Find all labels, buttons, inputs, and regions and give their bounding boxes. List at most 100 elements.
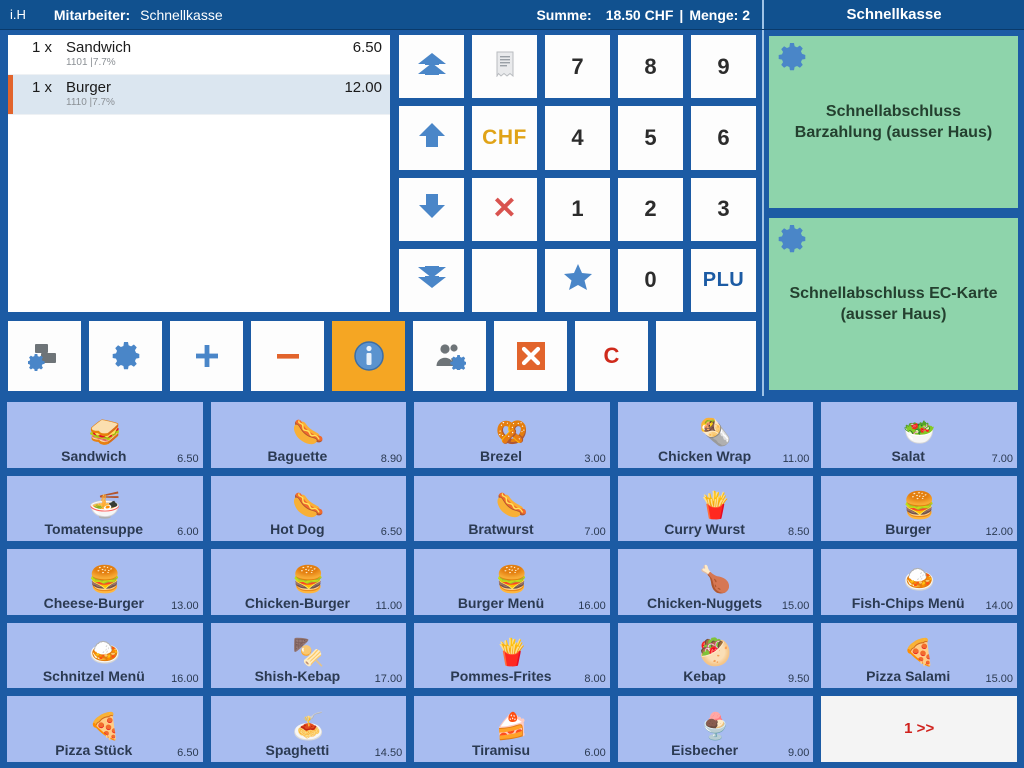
- windows-settings-button[interactable]: [6, 319, 83, 393]
- employee-value: Schnellkasse: [140, 6, 223, 23]
- next-page-button[interactable]: 1 >>: [819, 694, 1019, 764]
- key-2[interactable]: 2: [616, 175, 685, 243]
- product-price: 9.50: [787, 673, 810, 686]
- key-9[interactable]: 9: [689, 33, 758, 101]
- product-tile[interactable]: 🥪 Sandwich 6.50: [5, 400, 205, 470]
- product-image-icon: 🥪: [88, 416, 121, 447]
- product-tile[interactable]: 🥨 Brezel 3.00: [412, 400, 612, 470]
- scroll-down-button[interactable]: [397, 175, 466, 243]
- product-price: 15.00: [781, 599, 810, 612]
- product-image-icon: 🌭: [495, 490, 529, 521]
- product-name: Burger: [885, 521, 932, 538]
- product-tile[interactable]: 🌯 Chicken Wrap 11.00: [615, 400, 816, 470]
- quick-close-cash-button[interactable]: Schnellabschluss Barzahlung (ausser Haus…: [767, 34, 1020, 210]
- product-price: 7.00: [991, 452, 1013, 465]
- key-5[interactable]: 5: [616, 104, 685, 172]
- product-price: 3.00: [584, 452, 606, 465]
- product-name: Tomatensuppe: [44, 521, 144, 538]
- remove-button[interactable]: [249, 319, 326, 393]
- favorite-button[interactable]: [543, 246, 612, 314]
- key-7[interactable]: 7: [543, 33, 612, 101]
- product-tile[interactable]: 🍜 Tomatensuppe 6.00: [5, 473, 205, 544]
- receipt-line[interactable]: 1 x Burger 1110 |7.7% 12.00: [8, 75, 390, 115]
- product-price: 12.00: [985, 526, 1013, 539]
- product-image-icon: 🌯: [699, 416, 732, 447]
- line-meta: 1110 |7.7%: [66, 97, 115, 108]
- key-1[interactable]: 1: [543, 175, 612, 243]
- product-tile[interactable]: 🍕 Pizza Salami 15.00: [819, 620, 1019, 691]
- product-tile[interactable]: 🍔 Chicken-Burger 11.00: [208, 547, 409, 617]
- product-name: Kebap: [683, 668, 726, 685]
- header-ih-label: i.H: [10, 7, 26, 22]
- product-name: Pizza Salami: [866, 668, 951, 685]
- receipt-button[interactable]: [470, 33, 539, 101]
- tool-label: C: [603, 343, 620, 368]
- product-name: Salat: [891, 447, 925, 464]
- product-tile[interactable]: 🍟 Curry Wurst 8.50: [615, 473, 816, 544]
- key-6[interactable]: 6: [689, 104, 758, 172]
- key-label: 0: [644, 267, 657, 293]
- product-tile[interactable]: 🍔 Cheese-Burger 13.00: [5, 547, 205, 617]
- clear-button[interactable]: C: [573, 319, 650, 393]
- empty-key: [470, 246, 539, 314]
- header-separator: |: [679, 6, 684, 23]
- product-tile[interactable]: 🍔 Burger Menü 16.00: [412, 547, 612, 617]
- numeric-keypad: 7 8 9 CHF 4 5 6 ✕ 1 2 3 0 PLU: [397, 33, 758, 314]
- scroll-up-button[interactable]: [397, 104, 466, 172]
- key-label: 4: [571, 124, 584, 150]
- info-button[interactable]: [330, 319, 407, 393]
- product-image-icon: 🍕: [903, 637, 936, 668]
- line-details: Sandwich 1101 |7.7%: [66, 39, 302, 69]
- key-0[interactable]: 0: [616, 246, 685, 314]
- product-tile[interactable]: 🍝 Spaghetti 14.50: [208, 694, 409, 764]
- key-label: 1: [571, 196, 584, 222]
- product-tile[interactable]: 🥙 Kebap 9.50: [615, 620, 816, 691]
- key-3[interactable]: 3: [689, 175, 758, 243]
- product-image-icon: 🍰: [495, 710, 529, 741]
- scroll-top-button[interactable]: [397, 33, 466, 101]
- plus-icon: [192, 341, 222, 371]
- cancel-button[interactable]: [492, 319, 569, 393]
- product-tile[interactable]: 🍛 Schnitzel Menü 16.00: [5, 620, 205, 691]
- key-4[interactable]: 4: [543, 104, 612, 172]
- product-price: 16.00: [171, 673, 199, 686]
- product-price: 14.50: [374, 746, 403, 759]
- product-image-icon: 🥗: [903, 416, 936, 447]
- receipt-list[interactable]: 1 x Sandwich 1101 |7.7% 6.50 1 x Burger 1110 |…: [6, 33, 392, 314]
- user-settings-button[interactable]: [411, 319, 488, 393]
- product-name: Eisbecher: [671, 741, 739, 758]
- product-tile[interactable]: 🍢 Shish-Kebap 17.00: [208, 620, 409, 691]
- plu-button[interactable]: PLU: [689, 246, 758, 314]
- product-name: Baguette: [267, 447, 328, 464]
- product-tile[interactable]: 🍰 Tiramisu 6.00: [412, 694, 612, 764]
- order-keypad-row: 1 x Sandwich 1101 |7.7% 6.50 1 x Burger 1110 |…: [6, 33, 758, 314]
- product-tile[interactable]: 🍕 Pizza Stück 6.50: [5, 694, 205, 764]
- product-name: Fish-Chips Menü: [851, 594, 965, 611]
- product-name: Pommes-Frites: [450, 668, 552, 685]
- product-tile[interactable]: 🥗 Salat 7.00: [819, 400, 1019, 470]
- product-tile[interactable]: 🍨 Eisbecher 9.00: [615, 694, 816, 764]
- currency-button[interactable]: CHF: [470, 104, 539, 172]
- product-tile[interactable]: 🍛 Fish-Chips Menü 14.00: [819, 547, 1019, 617]
- product-tile[interactable]: 🌭 Baguette 8.90: [208, 400, 409, 470]
- line-product-name: Sandwich: [66, 39, 132, 56]
- product-tile[interactable]: 🍗 Chicken-Nuggets 15.00: [615, 547, 816, 617]
- product-tile[interactable]: 🍔 Burger 12.00: [819, 473, 1019, 544]
- employee-label: Mitarbeiter:: [53, 6, 131, 23]
- quick-close-card-button[interactable]: Schnellabschluss EC-Karte (ausser Haus): [767, 216, 1020, 392]
- product-name: Burger Menü: [457, 594, 545, 611]
- product-image-icon: 🍛: [88, 637, 121, 668]
- multiply-button[interactable]: ✕: [470, 175, 539, 243]
- product-tile[interactable]: 🍟 Pommes-Frites 8.00: [412, 620, 612, 691]
- add-button[interactable]: [168, 319, 245, 393]
- key-8[interactable]: 8: [616, 33, 685, 101]
- product-price: 8.00: [584, 673, 606, 686]
- receipt-line[interactable]: 1 x Sandwich 1101 |7.7% 6.50: [8, 35, 390, 75]
- scroll-bottom-button[interactable]: [397, 246, 466, 314]
- product-image-icon: 🍔: [88, 563, 121, 594]
- settings-button[interactable]: [87, 319, 164, 393]
- product-grid-section: 🥪 Sandwich 6.50 🌭 Baguette 8.90 🥨 Brezel 3.00 🌯 Ch…: [0, 396, 1024, 768]
- product-tile[interactable]: 🌭 Hot Dog 6.50: [208, 473, 409, 544]
- product-tile[interactable]: 🌭 Bratwurst 7.00: [412, 473, 612, 544]
- product-image-icon: 🌭: [292, 416, 325, 447]
